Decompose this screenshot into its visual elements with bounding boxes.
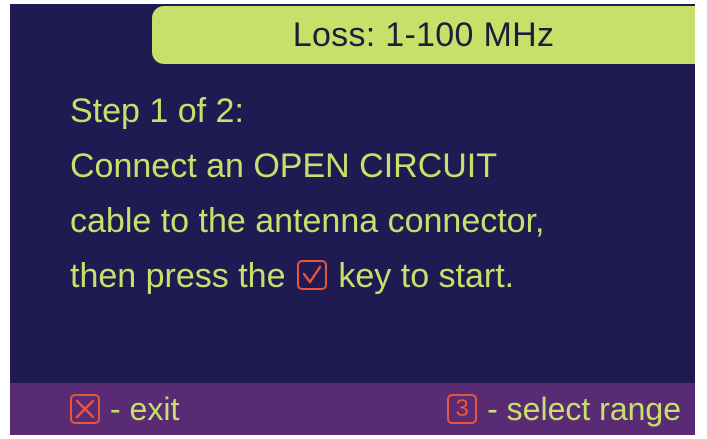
select-range-label: - select range [487, 390, 681, 427]
instruction-line-1: Connect an OPEN CIRCUIT [70, 147, 498, 185]
select-range-softkey[interactable]: 3 - select range [445, 391, 681, 428]
step-indicator: Step 1 of 2: [70, 92, 244, 130]
exit-softkey[interactable]: - exit [68, 391, 179, 428]
softkey-bar: - exit 3 - select range [10, 383, 695, 435]
x-box-icon [70, 394, 100, 424]
instruction-line-2: cable to the antenna connector, [70, 202, 545, 240]
instruction-line-3: then press the key to start. [70, 249, 690, 304]
range-key-digit: 3 [455, 395, 469, 422]
page-title: Loss: 1-100 MHz [292, 15, 555, 54]
exit-label: - exit [110, 390, 180, 427]
title-bar: Loss: 1-100 MHz [152, 6, 695, 64]
instruction-line-3-before: then press the [70, 257, 286, 295]
instructions-text: Step 1 of 2: Connect an OPEN CIRCUIT cab… [70, 84, 690, 304]
digit-3-key-icon: 3 [447, 394, 478, 424]
device-screen: Loss: 1-100 MHz Step 1 of 2: Connect an … [10, 4, 695, 435]
instruction-line-3-after: key to start. [338, 257, 515, 295]
check-key-icon [296, 260, 327, 290]
